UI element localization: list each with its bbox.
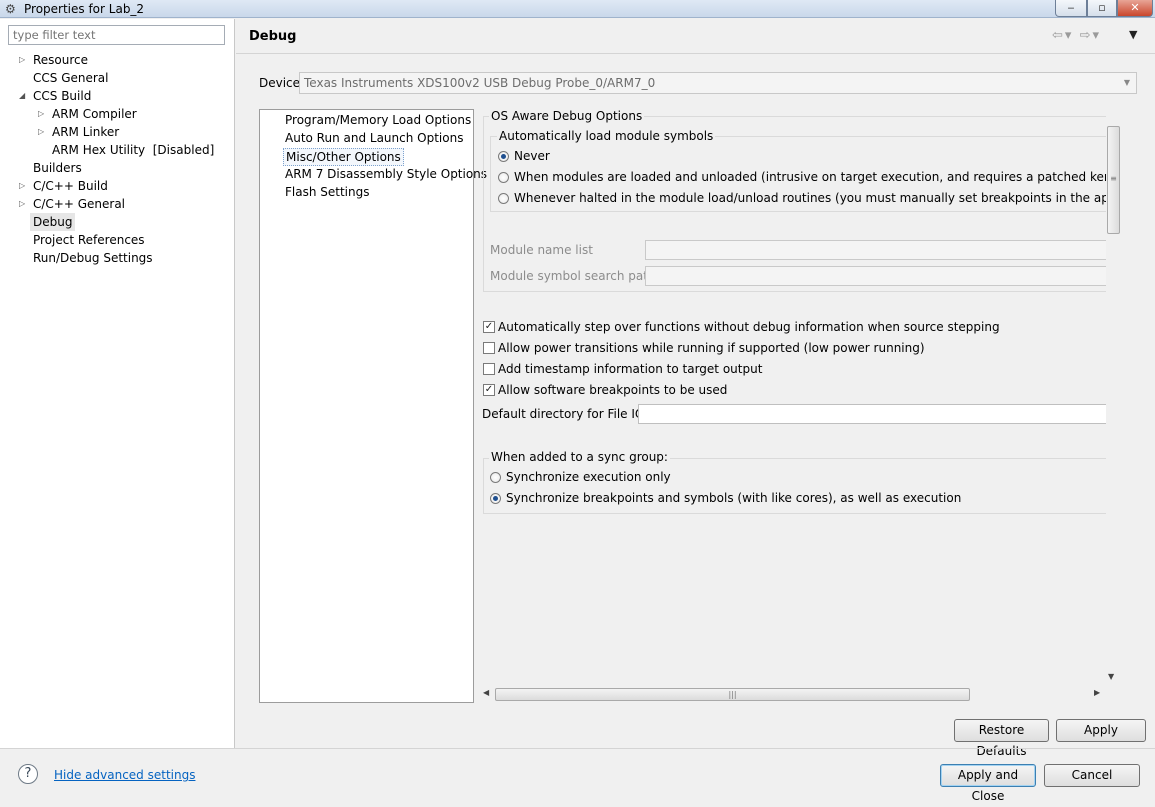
scroll-left-arrow-icon[interactable]: ◀: [483, 688, 489, 697]
help-icon[interactable]: ?: [18, 764, 38, 784]
tree-item-label: Resource: [33, 53, 89, 67]
tree-item-label: C/C++ General: [33, 197, 126, 211]
restore-defaults-button[interactable]: Restore Defaults: [954, 719, 1049, 758]
tree-item-cpp-build[interactable]: ▷ C/C++ Build: [0, 177, 234, 195]
view-menu-icon[interactable]: ▼: [1129, 28, 1137, 41]
horizontal-scroll-thumb[interactable]: |||: [495, 688, 970, 701]
chevron-down-icon: ▼: [1123, 78, 1130, 87]
expand-arrow-icon[interactable]: ▷: [38, 123, 44, 141]
radio-never[interactable]: [498, 151, 509, 162]
header-divider: [236, 53, 1155, 54]
tree-item-arm-hex-utility[interactable]: ARM Hex Utility [Disabled]: [0, 141, 234, 159]
minimize-button[interactable]: ‒: [1055, 0, 1087, 17]
vertical-scroll-thumb[interactable]: ≡: [1107, 126, 1120, 234]
os-aware-group-title: OS Aware Debug Options: [489, 109, 645, 123]
tree-item-project-references[interactable]: Project References: [0, 231, 234, 249]
tree-item-run-debug-settings[interactable]: Run/Debug Settings: [0, 249, 234, 267]
tree-item-builders[interactable]: Builders: [0, 159, 234, 177]
tree-item-arm-linker[interactable]: ▷ ARM Linker: [0, 123, 234, 141]
tree-item-arm-compiler[interactable]: ▷ ARM Compiler: [0, 105, 234, 123]
apply-button[interactable]: Apply: [1056, 719, 1146, 742]
tree-item-label: ARM Hex Utility [Disabled]: [52, 143, 215, 157]
radio-when-loaded-label: When modules are loaded and unloaded (in…: [514, 170, 1120, 184]
footer-divider: [0, 748, 1155, 749]
maximize-button[interactable]: ▫: [1087, 0, 1117, 17]
title-bar: [0, 0, 1155, 18]
module-name-list-field[interactable]: [645, 240, 1120, 260]
device-value: Texas Instruments XDS100v2 USB Debug Pro…: [304, 76, 656, 90]
tree-item-label: C/C++ Build: [33, 179, 108, 193]
checkbox-power-transitions[interactable]: [483, 342, 495, 354]
checkbox-timestamp[interactable]: [483, 363, 495, 375]
tree-item-ccs-general[interactable]: CCS General: [0, 69, 234, 87]
tree-item-label: ARM Linker: [52, 125, 120, 139]
radio-sync-breakpoints-label: Synchronize breakpoints and symbols (wit…: [506, 491, 962, 505]
checkbox-software-breakpoints-label: Allow software breakpoints to be used: [498, 383, 728, 397]
device-label: Device: [259, 76, 301, 90]
tree-item-label: Project References: [33, 233, 145, 247]
expand-arrow-icon[interactable]: ▷: [19, 195, 25, 213]
tree-item-debug[interactable]: Debug: [0, 213, 234, 231]
option-item[interactable]: Flash Settings: [285, 184, 369, 200]
forward-arrow-icon[interactable]: ⇨▾: [1080, 28, 1101, 43]
expand-arrow-icon[interactable]: ▷: [38, 105, 44, 123]
radio-never-label: Never: [514, 149, 550, 163]
close-window-button[interactable]: ✕: [1117, 0, 1153, 17]
radio-whenever-halted[interactable]: [498, 193, 509, 204]
option-item[interactable]: ARM 7 Disassembly Style Options: [285, 166, 487, 182]
option-item-selected[interactable]: Misc/Other Options: [283, 148, 404, 166]
radio-when-loaded[interactable]: [498, 172, 509, 183]
window-title: Properties for Lab_2: [24, 2, 145, 16]
expand-arrow-icon[interactable]: ▷: [19, 51, 25, 69]
scroll-down-arrow-icon[interactable]: ▼: [1108, 672, 1114, 681]
file-io-input[interactable]: [638, 404, 1120, 424]
device-select[interactable]: Texas Instruments XDS100v2 USB Debug Pro…: [299, 72, 1137, 94]
option-item[interactable]: Program/Memory Load Options: [285, 112, 471, 128]
history-nav: ⇦▾ ⇨▾: [1052, 28, 1101, 43]
app-gear-icon: ⚙: [5, 2, 16, 16]
file-io-label: Default directory for File IO:: [482, 407, 649, 421]
checkbox-timestamp-label: Add timestamp information to target outp…: [498, 362, 763, 376]
page-title: Debug: [249, 29, 297, 44]
tree-item-cpp-general[interactable]: ▷ C/C++ General: [0, 195, 234, 213]
cancel-button[interactable]: Cancel: [1044, 764, 1140, 787]
tree-item-label: Debug: [30, 213, 76, 231]
filter-input[interactable]: [8, 25, 225, 45]
sync-group-title: When added to a sync group:: [489, 450, 670, 464]
radio-sync-execution[interactable]: [490, 472, 501, 483]
hide-advanced-settings-link[interactable]: Hide advanced settings: [54, 768, 195, 782]
checkbox-step-over-label: Automatically step over functions withou…: [498, 320, 1000, 334]
tree-item-label: CCS General: [33, 71, 109, 85]
scroll-right-arrow-icon[interactable]: ▶: [1094, 688, 1100, 697]
auto-load-group-title: Automatically load module symbols: [497, 129, 716, 143]
radio-sync-execution-label: Synchronize execution only: [506, 470, 671, 484]
option-category-list: Program/Memory Load Options Auto Run and…: [259, 109, 487, 703]
tree-item-label: Builders: [33, 161, 82, 175]
collapse-arrow-icon[interactable]: ◢: [19, 87, 25, 105]
expand-arrow-icon[interactable]: ▷: [19, 177, 25, 195]
checkbox-software-breakpoints[interactable]: ✓: [483, 384, 495, 396]
module-name-list-label: Module name list: [490, 243, 593, 257]
left-navigation-panel: ▷ Resource CCS General ◢ CCS Build ▷ ARM…: [0, 19, 235, 748]
radio-sync-breakpoints[interactable]: [490, 493, 501, 504]
tree-item-label: ARM Compiler: [52, 107, 137, 121]
option-item[interactable]: Auto Run and Launch Options: [285, 130, 463, 146]
options-content-pane: OS Aware Debug Options Automatically loa…: [478, 108, 1120, 688]
tree-item-ccs-build[interactable]: ◢ CCS Build: [0, 87, 234, 105]
module-symbol-path-field[interactable]: [645, 266, 1120, 286]
back-arrow-icon[interactable]: ⇦▾: [1052, 28, 1073, 43]
radio-whenever-halted-label: Whenever halted in the module load/unloa…: [514, 191, 1120, 205]
tree-item-label: Run/Debug Settings: [33, 251, 153, 265]
checkbox-power-transitions-label: Allow power transitions while running if…: [498, 341, 925, 355]
apply-and-close-button[interactable]: Apply and Close: [940, 764, 1036, 803]
checkbox-step-over[interactable]: ✓: [483, 321, 495, 333]
tree-item-resource[interactable]: ▷ Resource: [0, 51, 234, 69]
module-symbol-path-label: Module symbol search path: [490, 269, 656, 283]
tree-item-label: CCS Build: [33, 89, 92, 103]
